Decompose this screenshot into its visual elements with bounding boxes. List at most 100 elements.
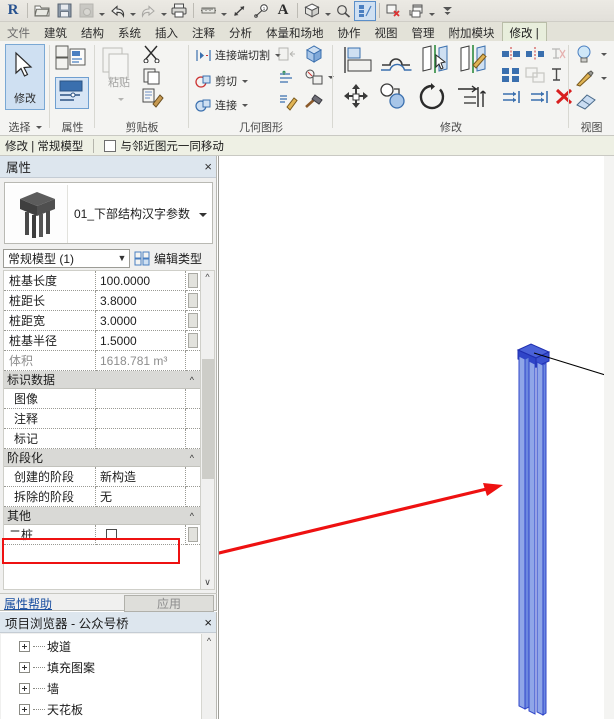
close-icon[interactable]: × — [204, 615, 212, 630]
pin-icon[interactable] — [548, 67, 566, 86]
expand-icon[interactable] — [19, 683, 30, 694]
aligned-dimension-icon[interactable] — [228, 1, 250, 21]
chevron-down-icon[interactable] — [128, 1, 137, 21]
canvas-vertical-scrollbar[interactable] — [604, 156, 614, 719]
property-group-header[interactable]: 阶段化 ^ — [4, 449, 200, 467]
tab-manage[interactable]: 管理 — [405, 22, 442, 41]
property-row[interactable]: 桩基半径 1.5000 — [4, 331, 200, 351]
tab-analyze[interactable]: 分析 — [222, 22, 259, 41]
tree-item-ceiling[interactable]: 天花板 — [1, 699, 201, 719]
tab-collaborate[interactable]: 协作 — [331, 22, 368, 41]
cut-button[interactable]: 剪切 — [195, 73, 248, 89]
scrollbar-thumb[interactable] — [202, 359, 214, 479]
scroll-up-icon[interactable]: ^ — [205, 271, 209, 284]
align-right-icon[interactable] — [529, 89, 551, 108]
move-with-nearby-checkbox[interactable]: 与邻近图元一同移动 — [104, 138, 224, 154]
properties-help-link[interactable]: 属性帮助 — [0, 595, 52, 612]
chevron-up-icon[interactable]: ^ — [190, 453, 194, 463]
split-element-icon[interactable] — [501, 47, 521, 64]
join-button[interactable]: 连接 — [195, 97, 248, 113]
edit-type-button[interactable]: 编辑类型 — [134, 250, 202, 267]
eraser-icon[interactable] — [575, 93, 597, 114]
apply-button[interactable]: 应用 — [124, 595, 214, 612]
paste-icon[interactable]: 粘贴 — [101, 46, 135, 101]
property-value[interactable]: 无 — [96, 487, 186, 507]
undo-icon[interactable] — [106, 1, 128, 21]
property-value[interactable]: 1.5000 — [96, 331, 186, 351]
tab-massing-site[interactable]: 体量和场地 — [259, 22, 331, 41]
chevron-down-icon[interactable] — [159, 1, 168, 21]
array-icon[interactable] — [501, 67, 521, 86]
property-assoc-button[interactable] — [186, 311, 200, 331]
property-value[interactable] — [96, 409, 186, 429]
save-as-icon[interactable] — [75, 1, 97, 21]
open-icon[interactable] — [31, 1, 53, 21]
chevron-down-icon[interactable]: ▼ — [115, 253, 129, 263]
revit-logo-icon[interactable]: R — [2, 1, 24, 21]
property-row[interactable]: 注释 — [4, 409, 200, 429]
copy-icon[interactable] — [142, 67, 162, 88]
chevron-down-icon[interactable] — [116, 90, 124, 104]
property-assoc-button[interactable] — [186, 331, 200, 351]
print-icon[interactable] — [168, 1, 190, 21]
property-assoc-button[interactable] — [186, 525, 200, 545]
expand-icon[interactable] — [19, 662, 30, 673]
modify-button[interactable]: 修改 — [5, 44, 45, 110]
tree-item-ramp[interactable]: 坡道 — [1, 636, 201, 657]
property-value[interactable]: 新构造 — [96, 467, 186, 487]
align-left-icon[interactable] — [501, 89, 523, 108]
create-parts-icon[interactable] — [304, 45, 324, 66]
property-assoc-button[interactable] — [186, 291, 200, 311]
property-row[interactable]: 桩距长 3.8000 — [4, 291, 200, 311]
chevron-up-icon[interactable]: ^ — [190, 511, 194, 521]
close-icon[interactable]: × — [204, 159, 212, 174]
trim-extend-icon[interactable] — [456, 83, 488, 114]
tree-item-wall[interactable]: 墙 — [1, 678, 201, 699]
property-row[interactable]: 桩距宽 3.0000 — [4, 311, 200, 331]
property-row[interactable]: 创建的阶段 新构造 — [4, 467, 200, 487]
property-group-header[interactable]: 标识数据 ^ — [4, 371, 200, 389]
properties-scrollbar[interactable]: ^ ∨ — [200, 270, 215, 590]
chevron-down-icon[interactable] — [323, 1, 332, 21]
move-icon[interactable] — [341, 83, 371, 114]
tab-insert[interactable]: 插入 — [148, 22, 185, 41]
property-value[interactable] — [96, 429, 186, 449]
project-browser-scrollbar[interactable]: ^ — [201, 634, 216, 719]
match-type-icon[interactable] — [142, 88, 164, 111]
close-hidden-windows-icon[interactable] — [383, 1, 405, 21]
split-face-icon[interactable] — [278, 46, 296, 65]
chevron-down-icon[interactable] — [427, 1, 436, 21]
rotate-icon[interactable] — [417, 83, 447, 114]
thin-lines-icon[interactable] — [354, 0, 376, 21]
tab-modify[interactable]: 修改 | — [501, 22, 547, 41]
type-properties-icon[interactable] — [55, 45, 89, 80]
customize-qat-icon[interactable] — [436, 1, 458, 21]
category-combo[interactable]: 常规模型 (1) ▼ — [3, 248, 130, 268]
scroll-up-icon[interactable]: ^ — [207, 636, 211, 719]
tab-view[interactable]: 视图 — [368, 22, 405, 41]
redo-icon[interactable] — [137, 1, 159, 21]
measure-icon[interactable] — [197, 1, 219, 21]
drawing-canvas[interactable] — [218, 156, 614, 719]
align-icon[interactable] — [343, 46, 373, 77]
property-value[interactable]: 3.0000 — [96, 311, 186, 331]
tab-architecture[interactable]: 建筑 — [37, 22, 74, 41]
tag-icon[interactable]: 1 — [250, 1, 272, 21]
property-assoc-button[interactable] — [186, 271, 200, 291]
tab-systems[interactable]: 系统 — [111, 22, 148, 41]
cut-geometry-end-button[interactable]: 连接端切割 — [195, 47, 281, 63]
paint-icon[interactable] — [278, 93, 298, 114]
property-value[interactable]: 100.0000 — [96, 271, 186, 291]
chevron-down-icon[interactable] — [219, 1, 228, 21]
mirror-draw-axis-icon[interactable] — [459, 45, 491, 76]
property-value[interactable]: 3.8000 — [96, 291, 186, 311]
demolish-icon[interactable] — [278, 70, 296, 89]
property-row[interactable]: 桩基长度 100.0000 — [4, 271, 200, 291]
section-icon[interactable] — [332, 1, 354, 21]
properties-toggle-button[interactable] — [55, 77, 89, 109]
property-row[interactable]: 图像 — [4, 389, 200, 409]
mirror-pick-axis-icon[interactable] — [421, 45, 451, 76]
save-icon[interactable] — [53, 1, 75, 21]
tab-addins[interactable]: 附加模块 — [442, 22, 502, 41]
tab-structure[interactable]: 结构 — [74, 22, 111, 41]
